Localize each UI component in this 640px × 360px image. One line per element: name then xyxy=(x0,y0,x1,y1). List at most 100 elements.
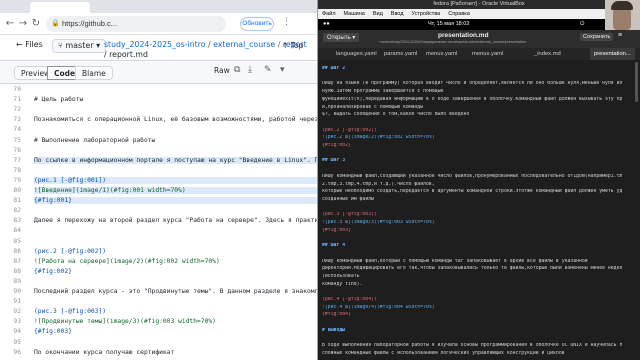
code-view[interactable]: 70 71 # Цель работы 72 73 Познакомиться с опе… xyxy=(0,86,318,360)
editor-heading-line: ## Шаг 4 xyxy=(322,243,346,249)
browser-tab-bar xyxy=(0,0,317,13)
editor-line: команду find). xyxy=(322,281,363,287)
line-number: 76 xyxy=(13,146,21,154)
breadcrumb-repo[interactable]: study_2024-2025_os-intro xyxy=(104,40,206,49)
line-number: 96 xyxy=(13,348,21,356)
editor-tab[interactable]: languages.yaml xyxy=(332,48,381,60)
editor-line: ![рис.3 ш](image/3)(#fig:003 width=70%) xyxy=(322,220,435,225)
line-number: 85 xyxy=(13,237,21,245)
forward-icon[interactable]: → xyxy=(17,18,29,29)
editor-line: 2.tmp,3.tmp,4.tmp,и т.д.).Число файлов, xyxy=(322,181,435,187)
raw-button[interactable]: Raw xyxy=(214,66,230,75)
edit-icon[interactable]: ✎ xyxy=(264,65,272,75)
editor-line: директории.Модифицировать его так,чтобы … xyxy=(322,266,622,272)
editor-line: Пишу командный файл,который с помощью ко… xyxy=(322,258,588,264)
editor-line: $?, выдать сообщение о том,какое число б… xyxy=(322,112,470,118)
code-line: По ссылке в информационном портале я пос… xyxy=(34,156,317,164)
download-icon[interactable]: ⤓ xyxy=(248,65,252,75)
copy-icon[interactable]: ⧉ xyxy=(234,65,240,75)
code-line: ![Продвинутые темы](image/3)(#fig:003 wi… xyxy=(34,318,216,326)
vm-menu-item[interactable]: Устройства xyxy=(411,11,440,17)
line-number: 74 xyxy=(13,126,21,134)
editor-scrollbar[interactable] xyxy=(635,62,638,102)
reload-icon[interactable]: ↻ xyxy=(30,18,42,29)
line-number: 75 xyxy=(13,136,21,144)
update-button[interactable]: Обновить xyxy=(240,17,274,31)
vm-menu-item[interactable]: Ввод xyxy=(391,11,404,17)
blame-tab[interactable]: Blame xyxy=(75,66,113,80)
editor-line: функцииexit(n),передавая информацию в о … xyxy=(322,96,622,102)
vm-menu-item[interactable]: Машина xyxy=(344,11,365,17)
line-number: 88 xyxy=(13,267,21,275)
editor-line: которые необходимо создать,передаётся в … xyxy=(322,189,622,195)
breadcrumb-file-name: report.md xyxy=(109,50,148,59)
line-number: 94 xyxy=(13,328,21,336)
breadcrumb-file: / report.md xyxy=(104,50,148,59)
browser-window: ← → ↻ 🔒 https://github.c... Обновить ⋮ ←… xyxy=(0,0,318,360)
clock[interactable]: Чт, 15 мая 18:02 xyxy=(428,19,469,30)
code-line: {#fig:002} xyxy=(34,267,72,275)
editor-tab[interactable]: menus.yaml xyxy=(468,48,507,60)
branch-name: master xyxy=(65,41,94,50)
url-input[interactable]: 🔒 https://github.c... xyxy=(46,16,226,32)
breadcrumb-separator: / xyxy=(277,40,281,49)
line-number: 87 xyxy=(13,257,21,265)
code-line: ![Введение](image/1)(#fig:001 width=70%) xyxy=(34,187,317,194)
top-label: Top xyxy=(290,41,304,50)
editor-line: Пишу на языке (в программу) которая ввод… xyxy=(322,81,622,87)
breadcrumb-separator: / xyxy=(104,50,107,59)
hamburger-menu-icon[interactable]: ≡ xyxy=(618,32,622,39)
system-tray-icon[interactable]: ⏻ xyxy=(580,19,584,30)
editor-text-area[interactable]: ## Шаг 2 Пишу на языке (в программу) кото… xyxy=(318,60,640,360)
branch-selector[interactable]: ⑂ master ▾ xyxy=(52,39,107,53)
editor-heading-line: # Выводы xyxy=(322,327,346,333)
editor-tab[interactable]: params.yaml xyxy=(380,48,421,60)
line-number: 79 xyxy=(13,176,21,184)
line-number: 89 xyxy=(13,277,21,285)
vm-menu-item[interactable]: Вид xyxy=(373,11,383,17)
breadcrumb-path1[interactable]: external_course xyxy=(213,40,275,49)
back-icon[interactable]: ← xyxy=(4,18,16,29)
line-number: 70 xyxy=(13,86,21,93)
gnome-top-bar: ●● Чт, 15 мая 18:02 ⏻ xyxy=(318,19,640,30)
editor-line: сложные командные файлы с использованием… xyxy=(322,350,565,356)
editor-tab-bar: languages.yaml params.yaml menus.yaml menus… xyxy=(318,48,640,60)
line-number: 81 xyxy=(13,197,21,205)
breadcrumb-separator: / xyxy=(208,40,211,49)
line-number: 80 xyxy=(13,187,21,194)
top-button[interactable]: ↑ Top xyxy=(282,41,303,50)
activities-icon[interactable]: ●● xyxy=(323,19,330,30)
lock-icon: 🔒 xyxy=(51,20,60,27)
line-number: 77 xyxy=(13,156,21,164)
editor-tab[interactable]: menus.yaml xyxy=(422,48,461,60)
webcam-overlay xyxy=(605,0,640,30)
code-line: Познакомиться с операционной Linux, её б… xyxy=(34,116,318,124)
line-number: 91 xyxy=(13,298,21,306)
vm-menu-item[interactable]: Справка xyxy=(448,11,470,17)
save-button[interactable]: Сохранить xyxy=(580,33,614,41)
line-number: 71 xyxy=(13,96,21,104)
code-line: Далее я перехожу на второй раздел курса … xyxy=(34,217,318,225)
editor-line: созданные им файлы xyxy=(322,196,374,202)
code-line: ![Работа на сервере](image/2)(#fig:002 w… xyxy=(34,257,220,265)
editor-tab[interactable]: presentation... xyxy=(590,48,635,60)
editor-line: В ходе выполнения лабораторной работы я … xyxy=(322,343,622,349)
files-button[interactable]: ← Files xyxy=(16,40,43,49)
editor-line: {#fig:002} xyxy=(322,143,351,148)
browser-tab[interactable] xyxy=(30,2,90,13)
editor-line: {#fig:003} xyxy=(322,227,351,233)
editor-heading-line: ## Шаг 2 xyxy=(322,66,346,71)
open-button[interactable]: Открыть ▾ xyxy=(323,33,360,42)
open-label: Открыть xyxy=(327,35,351,41)
editor-title: presentation.md xyxy=(438,32,489,39)
line-number: 86 xyxy=(13,247,21,255)
breadcrumb: study_2024-2025_os-intro / external_cour… xyxy=(104,40,307,49)
editor-tab[interactable]: _index.md xyxy=(530,48,565,60)
chevron-down-icon[interactable]: ▾ xyxy=(280,65,285,75)
arrow-up-icon: ↑ xyxy=(282,41,289,50)
person-hair xyxy=(611,1,633,10)
vm-window-title: fedora [Работает] - Oracle VirtualBox xyxy=(318,0,640,9)
more-menu-icon[interactable]: ⋮ xyxy=(282,17,291,27)
editor-line: ![рис.4 ш](image/4)(#fig:004 width=70%) xyxy=(322,304,435,310)
vm-menu-item[interactable]: Файл xyxy=(322,11,336,17)
